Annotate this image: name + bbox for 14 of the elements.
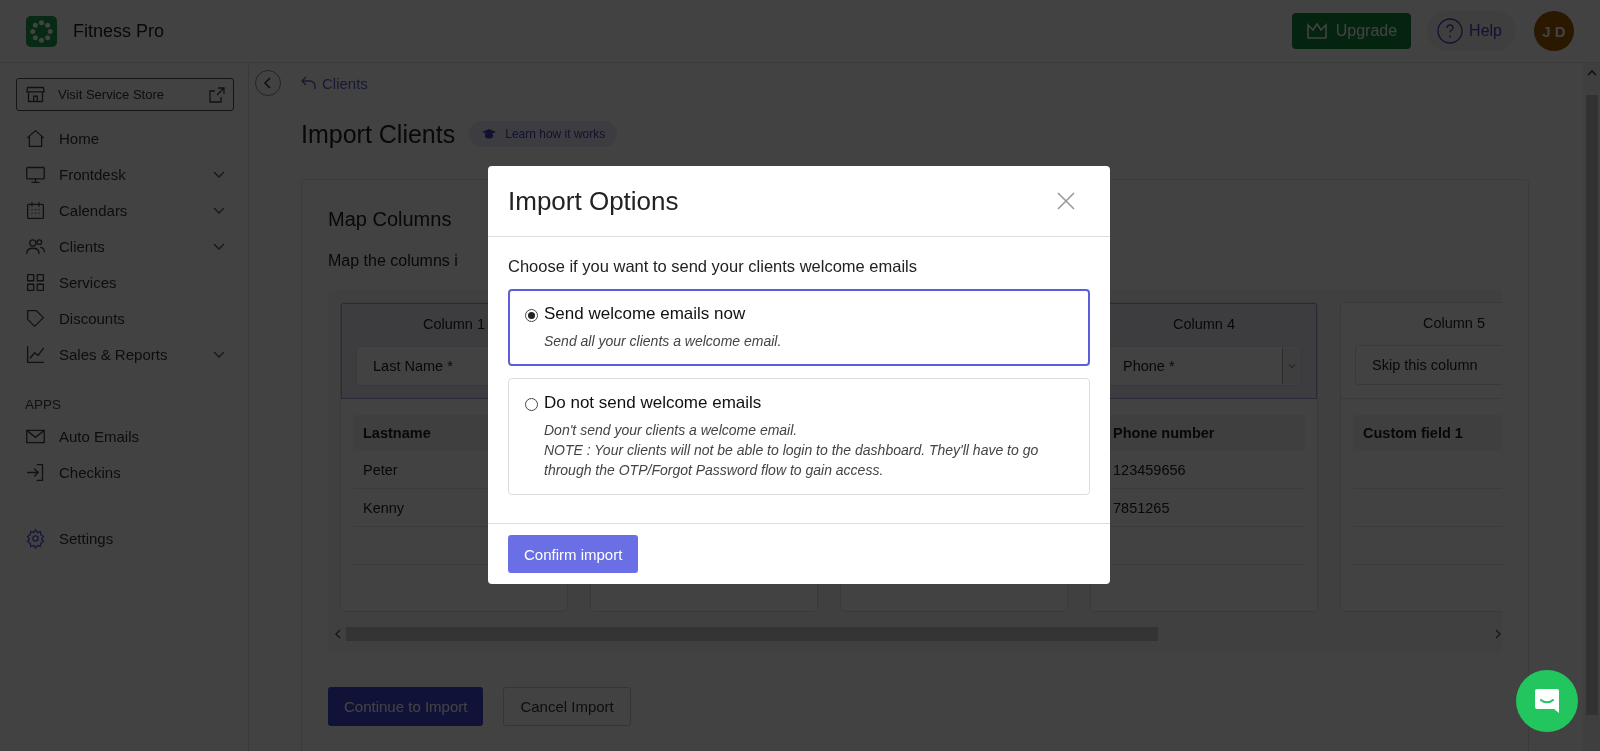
column-label: Column 4 (1171, 316, 1237, 334)
card-title: Map Columns (328, 208, 453, 232)
option-description: Don't send your clients a welcome email. (544, 421, 799, 440)
option-description: Send all your clients a welcome email. (544, 332, 782, 351)
option-card[interactable]: Send welcome emails now Send all your clients a welcome email. (508, 289, 1090, 366)
option-label: Do not send welcome emails (544, 393, 763, 413)
option-label: Send welcome emails now (544, 304, 747, 324)
confirm-button[interactable]: Confirm import (508, 535, 639, 573)
dialog-title: Import Options (508, 185, 680, 217)
page-title: Import Clients (301, 119, 456, 149)
dialog-prompt: Choose if you want to send your clients welcome emails (508, 257, 919, 277)
column-label: Column 1 (421, 316, 487, 334)
app-name: Fitness Pro (73, 20, 166, 42)
column-label: Column 5 (1421, 315, 1487, 333)
